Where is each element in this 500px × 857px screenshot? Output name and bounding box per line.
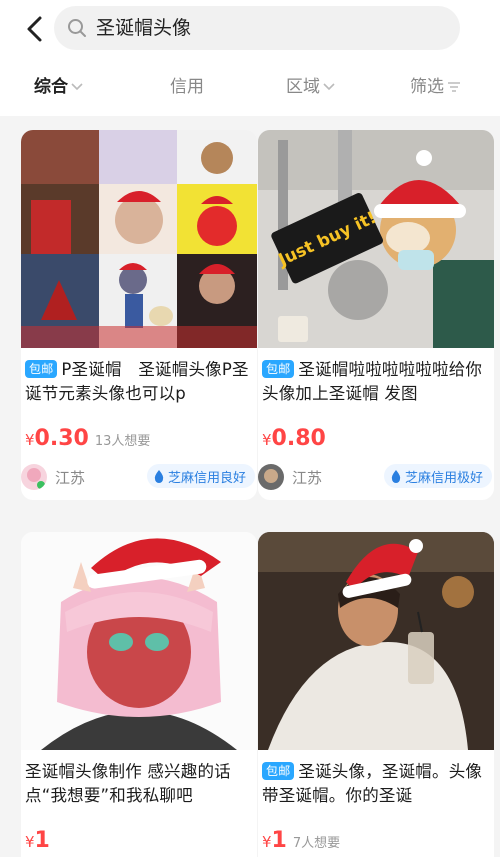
filter-label: 信用 [170,77,204,97]
product-image [21,532,257,750]
filter-label: 筛选 [410,77,444,97]
listing-card[interactable]: 圣诞帽头像制作 感兴趣的话点“我想要”和我私聊吧 ¥1 [21,532,257,857]
listing-card[interactable]: 包邮 圣诞头像，圣诞帽。头像带圣诞帽。你的圣诞 ¥1 7人想要 [258,532,494,857]
listing-title: 包邮 圣诞头像，圣诞帽。头像带圣诞帽。你的圣诞 [262,760,490,808]
listing-title: 圣诞帽头像制作 感兴趣的话点“我想要”和我私聊吧 [25,760,253,808]
currency-symbol: ¥ [25,833,35,851]
price: ¥0.80 [262,426,332,451]
seller-location: 江苏 [292,469,323,487]
price-value: 0.30 [34,426,89,451]
chevron-down-icon [71,83,83,91]
credit-label: 芝麻信用良好 [167,470,246,486]
credit-label: 芝麻信用极好 [404,470,483,486]
sesame-credit-icon [391,470,401,483]
filter-label: 综合 [34,77,68,97]
want-count: 7人想要 [292,836,341,851]
chevron-down-icon [323,83,335,91]
price: ¥1 7人想要 [262,828,340,853]
seller-location: 江苏 [55,469,86,487]
listing-title: 包邮 圣诞帽啦啦啦啦啦啦给你头像加上圣诞帽 发图 [262,358,490,406]
listing-card[interactable]: Just buy it! 包邮 圣诞帽啦啦啦啦啦啦给你头像加上圣诞帽 发图 ¥0.… [258,130,494,500]
product-image [21,130,257,348]
currency-symbol: ¥ [262,431,272,449]
seller-info: 江苏 芝麻信用极好 [258,462,494,490]
search-input[interactable]: 圣诞帽头像 [96,16,191,40]
listing-title-text: 圣诞帽啦啦啦啦啦啦给你头像加上圣诞帽 发图 [262,360,483,403]
search-icon [68,19,86,37]
free-shipping-badge: 包邮 [262,762,295,780]
currency-symbol: ¥ [262,833,272,851]
search-bar[interactable]: 圣诞帽头像 [54,6,460,50]
want-count: 13人想要 [94,434,151,449]
credit-badge: 芝麻信用良好 [146,464,255,488]
sesame-credit-icon [154,470,164,483]
product-image: Just buy it! [258,130,494,348]
price: ¥0.30 13人想要 [25,426,150,451]
free-shipping-badge: 包邮 [25,360,58,378]
filter-bar: 综合 信用 区域 筛选 [0,58,500,116]
filter-screen[interactable]: 筛选 [410,76,461,98]
product-image [258,532,494,750]
avatar[interactable] [258,464,284,490]
back-arrow-icon[interactable] [18,12,52,46]
filter-icon [448,82,460,92]
price-value: 1 [271,828,287,853]
filter-credit[interactable]: 信用 [170,76,204,98]
avatar[interactable] [21,464,47,490]
price-value: 0.80 [271,426,326,451]
currency-symbol: ¥ [25,431,35,449]
price-value: 1 [34,828,50,853]
seller-info: 江苏 芝麻信用良好 [21,462,257,490]
listing-title-text: 圣诞帽头像制作 感兴趣的话点“我想要”和我私聊吧 [25,762,231,805]
listing-card[interactable]: 包邮 P圣诞帽 圣诞帽头像P圣诞节元素头像也可以p ¥0.30 13人想要 江苏 芝… [21,130,257,500]
filter-comprehensive[interactable]: 综合 [34,76,83,98]
free-shipping-badge: 包邮 [262,360,295,378]
price: ¥1 [25,828,56,853]
credit-badge: 芝麻信用极好 [383,464,492,488]
top-bar: 圣诞帽头像 [0,0,500,58]
listing-title-text: P圣诞帽 圣诞帽头像P圣诞节元素头像也可以p [25,360,249,403]
listing-title-text: 圣诞头像，圣诞帽。头像带圣诞帽。你的圣诞 [262,762,483,805]
filter-region[interactable]: 区域 [286,76,335,98]
filter-label: 区域 [286,77,320,97]
listing-title: 包邮 P圣诞帽 圣诞帽头像P圣诞节元素头像也可以p [25,358,253,406]
